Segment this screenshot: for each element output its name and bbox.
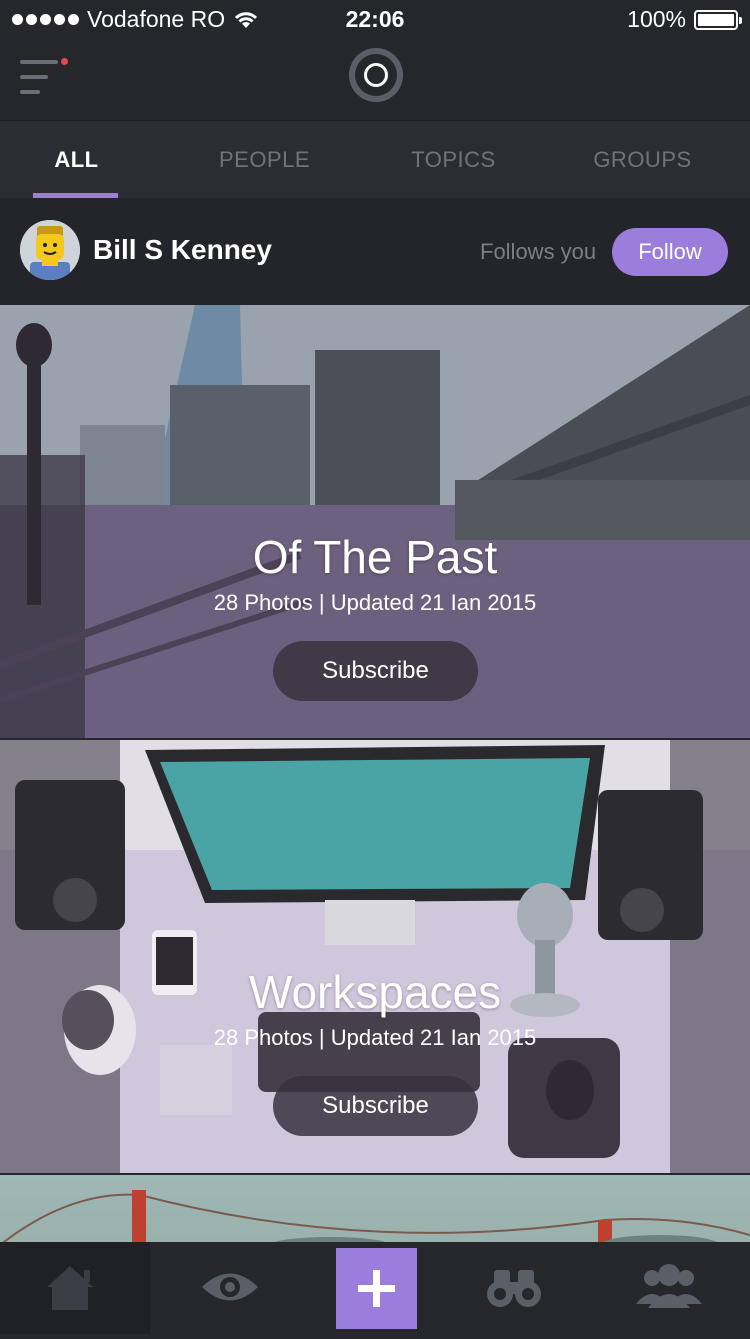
follow-button[interactable]: Follow bbox=[612, 228, 728, 276]
add-button[interactable] bbox=[336, 1248, 417, 1329]
home-icon bbox=[47, 1266, 93, 1310]
lego-avatar-icon bbox=[20, 220, 80, 280]
eye-icon bbox=[202, 1273, 258, 1301]
follows-you-label: Follows you bbox=[480, 239, 597, 264]
album-card-bridge[interactable] bbox=[0, 1175, 750, 1245]
tab-people[interactable]: PEOPLE bbox=[188, 121, 341, 198]
notification-dot bbox=[61, 58, 68, 65]
binoculars-icon bbox=[487, 1270, 541, 1307]
profile-name[interactable]: Bill S Kenney bbox=[93, 234, 272, 266]
album-card-workspaces[interactable]: Workspaces 28 Photos | Updated 21 Ian 20… bbox=[0, 740, 750, 1173]
top-nav bbox=[0, 40, 750, 121]
battery-icon bbox=[694, 9, 742, 30]
album-meta: 28 Photos | Updated 21 Ian 2015 bbox=[213, 1025, 537, 1050]
tab-all[interactable]: ALL bbox=[0, 121, 153, 198]
album-meta: 28 Photos | Updated 21 Ian 2015 bbox=[213, 590, 537, 615]
album-title: Workspaces bbox=[248, 966, 502, 1018]
tab-bar: ALL PEOPLE TOPICS GROUPS bbox=[0, 121, 750, 198]
bottom-tab-bar bbox=[0, 1242, 750, 1334]
subscribe-button[interactable]: Subscribe bbox=[273, 641, 478, 701]
groups-tab[interactable] bbox=[600, 1242, 750, 1334]
status-bar: Vodafone RO 22:06 100% bbox=[0, 0, 750, 40]
album-title: Of The Past bbox=[252, 531, 498, 583]
status-right: 100% bbox=[627, 6, 742, 33]
discover-tab[interactable] bbox=[150, 1242, 300, 1334]
group-icon bbox=[636, 1264, 702, 1308]
bridge-photo bbox=[0, 1190, 750, 1245]
home-tab[interactable] bbox=[0, 1242, 150, 1334]
avatar[interactable] bbox=[20, 220, 80, 280]
tab-groups[interactable]: GROUPS bbox=[566, 121, 719, 198]
tab-topics[interactable]: TOPICS bbox=[377, 121, 530, 198]
battery-percent: 100% bbox=[627, 6, 686, 32]
plus-icon bbox=[358, 1270, 395, 1307]
explore-tab[interactable] bbox=[450, 1242, 600, 1334]
ring-logo-icon[interactable] bbox=[349, 48, 403, 102]
profile-row: Bill S Kenney Follows you Follow bbox=[0, 198, 750, 305]
album-card-of-the-past[interactable]: Of The Past 28 Photos | Updated 21 Ian 2… bbox=[0, 305, 750, 738]
menu-icon[interactable] bbox=[20, 58, 68, 96]
subscribe-button[interactable]: Subscribe bbox=[273, 1076, 478, 1136]
